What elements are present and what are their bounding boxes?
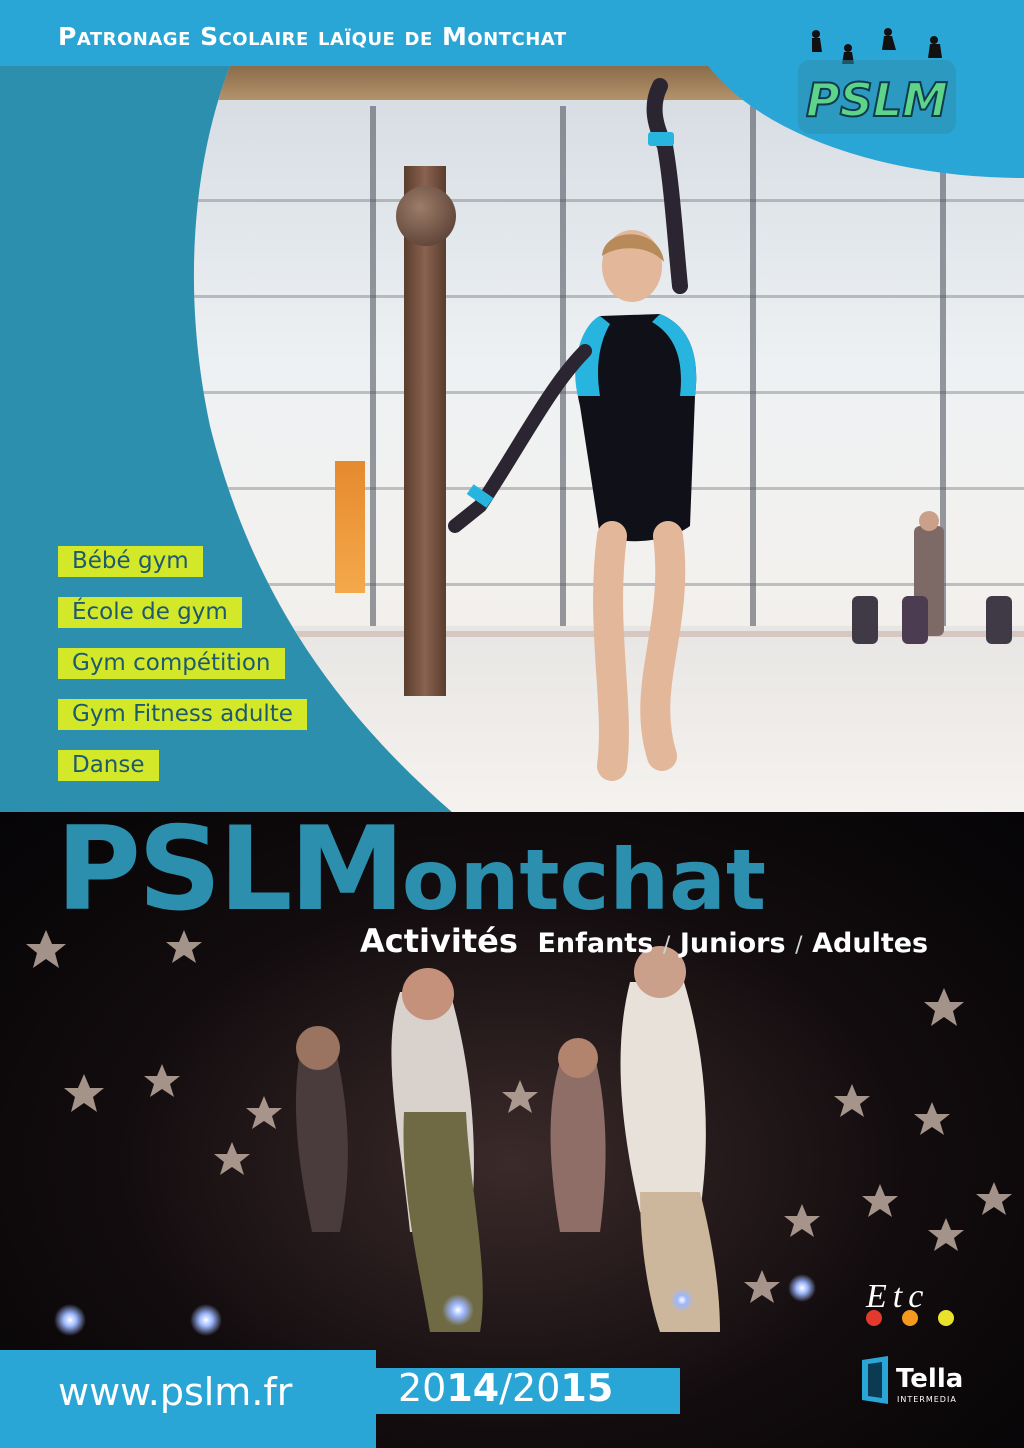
etc-dot-orange-icon — [902, 1310, 918, 1326]
activity-item: Gym compétition — [58, 648, 285, 679]
activity-item: Danse — [58, 750, 159, 781]
audience-item: Juniors — [679, 928, 786, 959]
audience-separator: / — [662, 933, 671, 958]
season-part: 15 — [560, 1366, 614, 1410]
tagline-lead: Activités — [360, 922, 518, 960]
brand-big: PSLM — [56, 802, 405, 937]
season-label: 2014/2015 — [398, 1366, 613, 1410]
audience-separator: / — [795, 933, 803, 958]
logo-lettering: PSLM — [806, 73, 948, 127]
audience-item: Adultes — [812, 928, 929, 959]
season-part: 14 — [446, 1366, 500, 1410]
activities-list: Bébé gym École de gym Gym compétition Gy… — [58, 546, 307, 801]
activity-item: Bébé gym — [58, 546, 203, 577]
etc-dot-red-icon — [866, 1310, 882, 1326]
org-title: Patronage Scolaire laïque de Montchat — [58, 22, 567, 51]
season-part: 20 — [398, 1366, 447, 1410]
audience-item: Enfants — [537, 928, 654, 959]
activity-item: Gym Fitness adulte — [58, 699, 307, 730]
website-link[interactable]: www.pslm.fr — [58, 1370, 292, 1414]
brand-small: ontchat — [401, 831, 767, 929]
season-part: /20 — [499, 1366, 561, 1410]
tella-logo-subtext: INTERMEDIA — [897, 1395, 957, 1404]
etc-dot-yellow-icon — [938, 1310, 954, 1326]
activity-item: École de gym — [58, 597, 242, 628]
dancers-logo-icon: PSLM — [798, 28, 956, 134]
tagline: Activités Enfants / Juniors / Adultes — [360, 922, 928, 960]
brand-wordmark: PSLMontchat — [56, 812, 766, 928]
tella-logo-text: Tella — [896, 1364, 964, 1394]
